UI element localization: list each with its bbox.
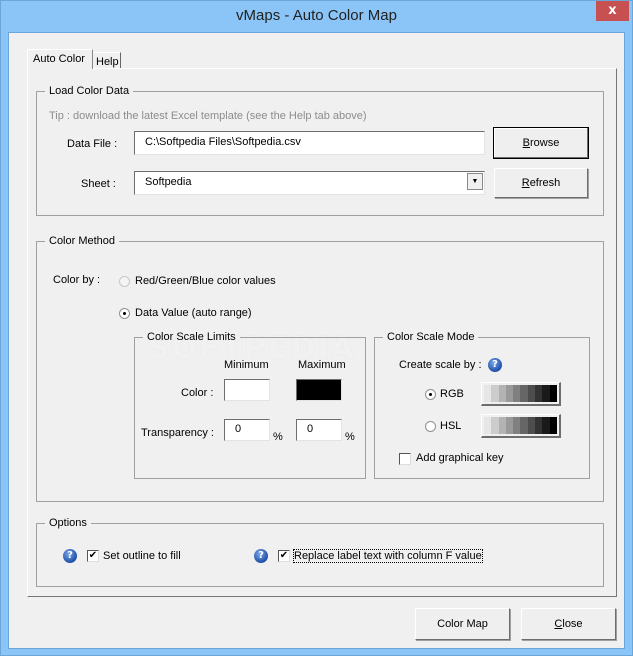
gradient-step bbox=[513, 385, 521, 402]
close-label: lose bbox=[562, 618, 583, 630]
radio-rgb-values[interactable] bbox=[119, 276, 130, 287]
color-by-label: Color by : bbox=[53, 274, 101, 286]
browse-accel: B bbox=[522, 137, 530, 149]
gradient-step bbox=[491, 417, 499, 434]
close-icon: x bbox=[608, 3, 617, 18]
max-color-swatch[interactable] bbox=[296, 379, 342, 401]
min-percent-label: % bbox=[273, 431, 283, 443]
gradient-step bbox=[549, 417, 557, 434]
replace-label-text-label[interactable]: Replace label text with column F value bbox=[293, 549, 483, 563]
gradient-step bbox=[542, 417, 550, 434]
dialog-client-area: Auto Color Help Load Color Data Tip : do… bbox=[8, 32, 625, 649]
refresh-accel: R bbox=[521, 177, 530, 189]
window-title: vMaps - Auto Color Map bbox=[236, 7, 397, 24]
browse-button[interactable]: Browse bbox=[493, 127, 589, 159]
max-percent-label: % bbox=[345, 431, 355, 443]
dialog-window: vMaps - Auto Color Map x Auto Color Help… bbox=[0, 0, 633, 656]
radio-rgb[interactable] bbox=[425, 389, 436, 400]
sheet-select-value: Softpedia bbox=[145, 176, 192, 188]
gradient-step bbox=[535, 417, 543, 434]
hsl-gradient-preview bbox=[481, 414, 561, 438]
refresh-button[interactable]: Refresh bbox=[494, 168, 588, 198]
sheet-select[interactable]: Softpedia ▼ bbox=[134, 171, 485, 195]
gradient-step bbox=[484, 417, 492, 434]
auto-color-panel: Load Color Data Tip : download the lates… bbox=[27, 68, 617, 597]
rgb-gradient-preview bbox=[481, 382, 561, 406]
sheet-label: Sheet : bbox=[81, 178, 116, 190]
min-color-swatch[interactable] bbox=[224, 379, 270, 401]
gradient-step bbox=[498, 385, 506, 402]
gradient-step bbox=[484, 385, 492, 402]
data-file-label: Data File : bbox=[67, 138, 118, 150]
color-label: Color : bbox=[181, 387, 214, 399]
data-file-input[interactable]: C:\Softpedia Files\Softpedia.csv bbox=[134, 131, 485, 155]
radio-rgb-label[interactable]: RGB bbox=[440, 388, 464, 400]
tab-auto-color[interactable]: Auto Color bbox=[27, 49, 93, 69]
create-scale-by-label: Create scale by : bbox=[399, 359, 482, 371]
help-icon[interactable]: ? bbox=[488, 358, 502, 372]
transparency-label: Transparency : bbox=[141, 427, 214, 439]
minimum-label: Minimum bbox=[224, 359, 269, 371]
gradient-step bbox=[542, 385, 550, 402]
gradient-step bbox=[520, 417, 528, 434]
radio-rgb-values-label[interactable]: Red/Green/Blue color values bbox=[135, 275, 276, 287]
replace-label-text-checkbox[interactable]: ✔ bbox=[278, 550, 290, 562]
gradient-step bbox=[491, 385, 499, 402]
gradient-step bbox=[527, 385, 536, 402]
set-outline-to-fill-label[interactable]: Set outline to fill bbox=[103, 550, 181, 562]
gradient-step bbox=[520, 385, 528, 402]
set-outline-to-fill-checkbox[interactable]: ✔ bbox=[87, 550, 99, 562]
add-graphical-key-checkbox[interactable] bbox=[399, 453, 411, 465]
min-transparency-input[interactable]: 0 bbox=[224, 419, 270, 441]
color-map-button[interactable]: Color Map bbox=[415, 608, 510, 640]
radio-hsl[interactable] bbox=[425, 421, 436, 432]
gradient-step bbox=[513, 417, 521, 434]
color-scale-mode-legend: Color Scale Mode bbox=[387, 331, 475, 343]
radio-data-value[interactable] bbox=[119, 308, 130, 319]
gradient-step bbox=[549, 385, 557, 402]
maximum-label: Maximum bbox=[298, 359, 346, 371]
title-bar[interactable]: vMaps - Auto Color Map x bbox=[1, 1, 632, 32]
gradient-step bbox=[535, 385, 543, 402]
close-window-button[interactable]: x bbox=[596, 1, 629, 21]
browse-label: rowse bbox=[530, 137, 560, 149]
gradient-step bbox=[505, 385, 514, 402]
color-scale-limits-legend: Color Scale Limits bbox=[147, 331, 236, 343]
gradient-step bbox=[505, 417, 514, 434]
max-transparency-input[interactable]: 0 bbox=[296, 419, 342, 441]
add-graphical-key-label[interactable]: Add graphical key bbox=[416, 452, 503, 464]
radio-hsl-label[interactable]: HSL bbox=[440, 420, 461, 432]
options-legend: Options bbox=[49, 517, 87, 529]
tip-text: Tip : download the latest Excel template… bbox=[49, 110, 367, 122]
radio-data-value-label[interactable]: Data Value (auto range) bbox=[135, 307, 252, 319]
chevron-down-icon[interactable]: ▼ bbox=[467, 173, 483, 190]
gradient-step bbox=[498, 417, 506, 434]
color-scale-limits-group: Color Scale Limits bbox=[134, 331, 366, 479]
help-icon[interactable]: ? bbox=[63, 549, 77, 563]
refresh-label: efresh bbox=[529, 177, 561, 189]
tab-help[interactable]: Help bbox=[93, 52, 121, 69]
help-icon[interactable]: ? bbox=[254, 549, 268, 563]
gradient-step bbox=[527, 417, 536, 434]
load-color-data-legend: Load Color Data bbox=[49, 85, 130, 97]
close-button[interactable]: Close bbox=[521, 608, 616, 640]
color-method-legend: Color Method bbox=[49, 235, 116, 247]
